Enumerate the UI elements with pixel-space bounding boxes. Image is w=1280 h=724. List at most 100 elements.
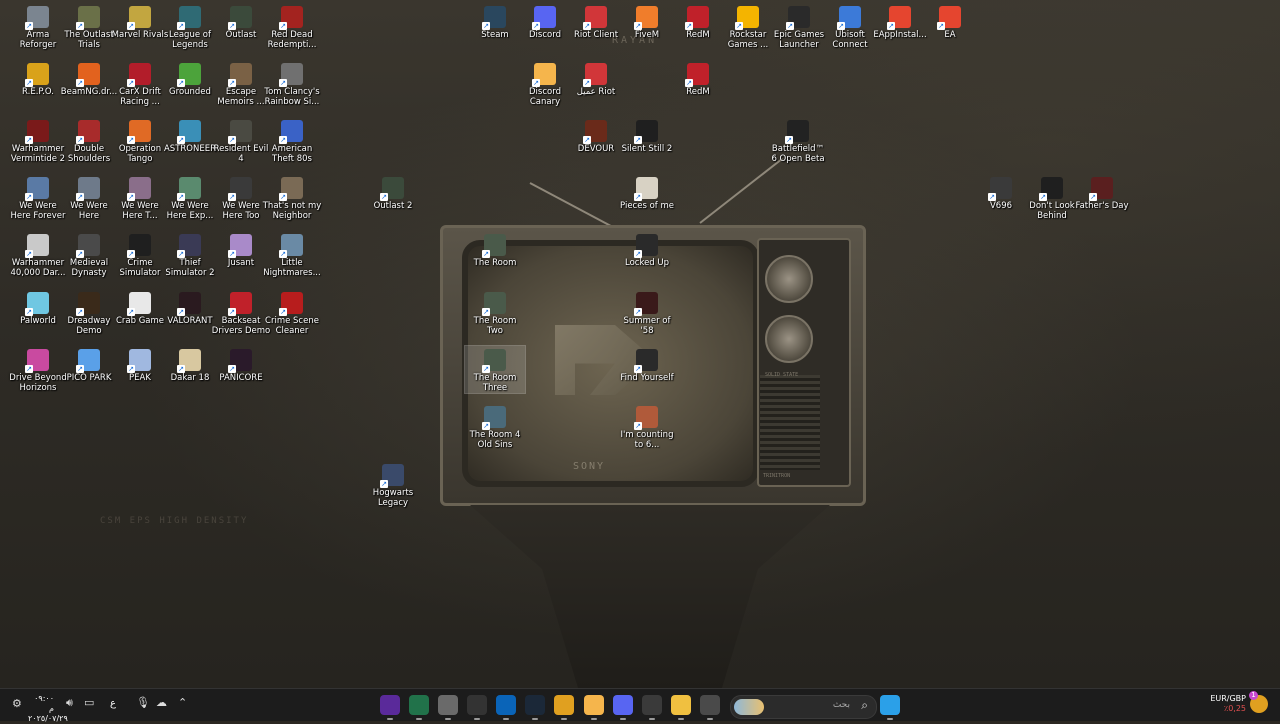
desktop-shortcut[interactable]: ↗ The Room 4 Old Sins xyxy=(465,403,525,450)
desktop-shortcut-label: EA xyxy=(944,30,956,40)
app-icon: ↗ xyxy=(177,177,201,201)
desktop-shortcut[interactable]: ↗ The Room Three xyxy=(464,345,526,394)
app-icon: ↗ xyxy=(634,234,658,258)
stock-widget[interactable]: EUR/GBP ٪0,25 xyxy=(1210,694,1246,714)
desktop-shortcut[interactable]: ↗ That's not my Neighbor xyxy=(262,174,322,221)
app-icon: ↗ xyxy=(887,6,911,30)
app-icon: ↗ xyxy=(634,177,658,201)
desktop-shortcut-label: The Room Three xyxy=(473,373,517,393)
desktop-shortcut[interactable]: ↗ Hogwarts Legacy xyxy=(363,461,423,508)
shortcut-arrow-icon: ↗ xyxy=(482,422,490,430)
taskbar-search-box[interactable]: بحث ⌕ xyxy=(730,695,877,719)
app-icon: ↗ xyxy=(279,234,303,258)
excel-icon[interactable] xyxy=(409,695,429,720)
desktop-shortcut[interactable]: ↗ Silent Still 2 xyxy=(617,117,677,154)
search-highlight-image xyxy=(734,699,764,715)
network-icon[interactable]: ▭ xyxy=(84,697,94,708)
shortcut-arrow-icon: ↗ xyxy=(532,22,540,30)
app-icon: ↗ xyxy=(1039,177,1063,201)
chrome-icon[interactable] xyxy=(554,695,574,720)
wallpaper-data-text: CSM EPS HIGH DENSITY xyxy=(100,516,249,526)
volume-icon[interactable]: 🔊︎ xyxy=(66,697,73,708)
desktop-shortcut[interactable]: ↗ PANICORE xyxy=(211,346,271,383)
shortcut-arrow-icon: ↗ xyxy=(177,308,185,316)
app-icon: ↗ xyxy=(279,120,303,144)
shortcut-arrow-icon: ↗ xyxy=(177,79,185,87)
app-icon: ↗ xyxy=(127,349,151,373)
desktop-shortcut-label: Father's Day xyxy=(1075,201,1129,211)
shortcut-arrow-icon: ↗ xyxy=(127,365,135,373)
desktop-shortcut[interactable]: ↗ Pieces of me xyxy=(617,174,677,211)
shortcut-arrow-icon: ↗ xyxy=(634,422,642,430)
app-icon: ↗ xyxy=(634,120,658,144)
app-icon: ↗ xyxy=(177,234,201,258)
desktop-shortcut-label: Tom Clancy's Rainbow Si... xyxy=(264,87,320,107)
discord-icon[interactable] xyxy=(613,695,633,720)
shortcut-arrow-icon: ↗ xyxy=(177,136,185,144)
desktop-shortcut-label: Crime Scene Cleaner xyxy=(265,316,319,336)
shortcut-arrow-icon: ↗ xyxy=(937,22,945,30)
onedrive-icon[interactable]: ☁ xyxy=(156,697,167,708)
desktop-shortcut[interactable]: ↗ Summer of '58 xyxy=(617,289,677,336)
desktop-shortcut[interactable]: ↗ EA xyxy=(920,3,980,40)
desktop-shortcut[interactable]: ↗ Battlefield™ 6 Open Beta xyxy=(768,117,828,164)
desktop-shortcut-label: Pieces of me xyxy=(620,201,674,211)
discord-canary-icon[interactable] xyxy=(584,695,604,720)
desktop-shortcut-label: Battlefield™ 6 Open Beta xyxy=(771,144,825,164)
app-icon: ↗ xyxy=(228,177,252,201)
shortcut-arrow-icon: ↗ xyxy=(634,250,642,258)
shortcut-arrow-icon: ↗ xyxy=(228,193,236,201)
desktop-shortcut[interactable]: ↗ American Theft 80s xyxy=(262,117,322,164)
desktop-shortcut[interactable]: ↗ Locked Up xyxy=(617,231,677,268)
language-indicator[interactable]: ع xyxy=(110,699,116,709)
desktop-shortcut[interactable]: ↗ Tom Clancy's Rainbow Si... xyxy=(262,60,322,107)
app-icon: ↗ xyxy=(177,63,201,87)
desktop-shortcut[interactable]: ↗ I'm counting to 6... xyxy=(617,403,677,450)
desktop-shortcut-label: That's not my Neighbor xyxy=(262,201,322,221)
settings-tray-icon[interactable]: ⚙ xyxy=(12,698,22,709)
shortcut-arrow-icon: ↗ xyxy=(988,193,996,201)
desktop-shortcut[interactable]: ↗ عميل Riot xyxy=(566,60,626,97)
show-hidden-icons-chevron-icon[interactable]: ⌃ xyxy=(178,697,187,708)
desktop-shortcut-label: American Theft 80s xyxy=(271,144,313,164)
desktop-shortcut-label: Hogwarts Legacy xyxy=(372,488,414,508)
desktop-shortcut[interactable]: ↗ Crime Scene Cleaner xyxy=(262,289,322,336)
shortcut-arrow-icon: ↗ xyxy=(786,22,794,30)
desktop-shortcut[interactable]: ↗ Father's Day xyxy=(1072,174,1132,211)
settings-icon[interactable] xyxy=(438,695,458,720)
recorder-icon[interactable] xyxy=(467,695,487,720)
shortcut-arrow-icon: ↗ xyxy=(228,308,236,316)
file-explorer-icon[interactable] xyxy=(671,695,691,720)
windows-start-icon[interactable] xyxy=(880,695,900,720)
nzxt-cam-icon[interactable] xyxy=(380,695,400,720)
task-view-icon[interactable] xyxy=(700,695,720,720)
desktop-shortcut[interactable]: ↗ Red Dead Redempti... xyxy=(262,3,322,50)
shortcut-arrow-icon: ↗ xyxy=(634,365,642,373)
app-icon: ↗ xyxy=(127,63,151,87)
desktop-shortcut[interactable]: ↗ Find Yourself xyxy=(617,346,677,383)
desktop-shortcut[interactable]: ↗ Little Nightmares... xyxy=(262,231,322,278)
desktop-shortcut-label: عميل Riot xyxy=(576,87,616,97)
app-icon: ↗ xyxy=(25,349,49,373)
desktop-shortcut[interactable]: ↗ RedM xyxy=(668,60,728,97)
store-icon[interactable] xyxy=(642,695,662,720)
tv-knob-upper xyxy=(765,255,813,303)
app-icon: ↗ xyxy=(76,63,100,87)
desktop-shortcut[interactable]: ↗ The Room xyxy=(465,231,525,268)
desktop-shortcut[interactable]: ↗ Outlast 2 xyxy=(363,174,423,211)
shortcut-arrow-icon: ↗ xyxy=(1039,193,1047,201)
microphone-icon[interactable]: 🎙︎ xyxy=(136,697,150,708)
shortcut-arrow-icon: ↗ xyxy=(25,193,33,201)
currency-pair: EUR/GBP xyxy=(1210,694,1246,703)
shortcut-arrow-icon: ↗ xyxy=(228,250,236,258)
tv-speaker-grill xyxy=(760,375,820,470)
steam-icon[interactable] xyxy=(525,695,545,720)
app-icon: ↗ xyxy=(279,292,303,316)
outlook-icon[interactable] xyxy=(496,695,516,720)
desktop-shortcut-label: The Room Two xyxy=(473,316,517,336)
desktop-shortcut[interactable]: ↗ The Room Two xyxy=(465,289,525,336)
shortcut-arrow-icon: ↗ xyxy=(634,193,642,201)
app-icon: ↗ xyxy=(937,6,961,30)
app-icon: ↗ xyxy=(228,120,252,144)
shortcut-arrow-icon: ↗ xyxy=(279,308,287,316)
